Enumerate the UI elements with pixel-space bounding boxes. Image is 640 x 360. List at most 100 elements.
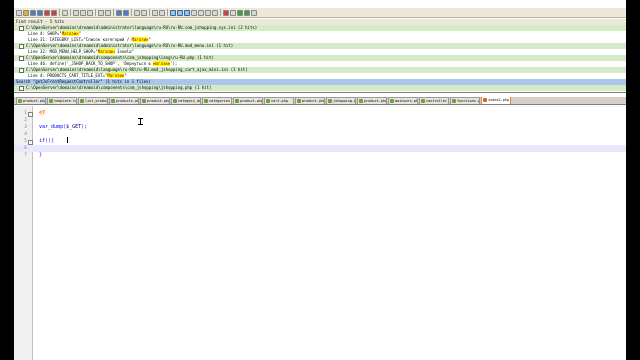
tab-functions-php[interactable]: functions.php: [450, 97, 480, 104]
tab-label: functions.php: [457, 99, 480, 103]
hit-text-tail: ": [78, 31, 81, 36]
search-header-text: Search "getJsFrontRequestController" (1 …: [16, 79, 151, 84]
close-icon[interactable]: [44, 9, 50, 16]
tab-label: controller.php: [426, 99, 448, 103]
collapse-toggle-icon[interactable]: [19, 43, 24, 49]
function-list-icon[interactable]: [205, 9, 211, 16]
code-line[interactable]: 2: [14, 117, 626, 124]
toolbar-separator: [113, 9, 114, 16]
saved-file-icon: [266, 99, 270, 103]
saved-file-icon: [235, 99, 239, 103]
saved-file-icon: [390, 99, 394, 103]
indent-guide-icon[interactable]: [184, 9, 190, 16]
tab-product-php[interactable]: product.php: [140, 97, 170, 104]
collapse-toggle-icon[interactable]: [19, 55, 24, 61]
tab-product-php[interactable]: product.php: [233, 97, 263, 104]
open-icon[interactable]: [23, 9, 29, 16]
result-file-row[interactable]: C:\OpenServer\domains\dreamoid\component…: [14, 85, 626, 91]
tab-product-php[interactable]: product.php: [16, 97, 46, 104]
tab-product-php[interactable]: product.php: [295, 97, 325, 104]
redo-icon[interactable]: [105, 9, 111, 16]
unsaved-file-icon: [483, 98, 487, 102]
toolbar-separator: [167, 9, 168, 16]
collapse-toggle-icon[interactable]: [19, 67, 24, 73]
code-line[interactable]: 5- if(){: [14, 138, 626, 145]
tab-index2-php[interactable]: index2.php: [481, 97, 511, 104]
saved-file-icon: [328, 99, 332, 103]
tab-jshopping-php[interactable]: jshopping.php: [326, 97, 356, 104]
play-icon[interactable]: [237, 9, 243, 16]
line-number: 3: [24, 125, 27, 130]
tab-category-default-php[interactable]: category_default.php: [171, 97, 201, 104]
tab-template-tmpl-php[interactable]: template.tmpl.php: [47, 97, 77, 104]
main-toolbar: [14, 8, 626, 18]
saved-file-icon: [142, 99, 146, 103]
print-icon[interactable]: [62, 9, 68, 16]
tab-label: product.php: [364, 99, 387, 103]
undo-icon[interactable]: [98, 9, 104, 16]
close-all-icon[interactable]: [51, 9, 57, 16]
hit-text: Line 46: define('_JSHOP_BACK_TO_SHOP', '…: [28, 61, 154, 66]
find-icon[interactable]: [116, 9, 122, 16]
text-caret: [67, 137, 68, 143]
tab-mainvars-php[interactable]: mainvars.php: [388, 97, 418, 104]
collapse-toggle-icon[interactable]: [19, 85, 24, 91]
zoom-in-icon[interactable]: [134, 9, 140, 16]
collapse-toggle-icon[interactable]: [19, 25, 24, 31]
hit-text-tail: ": [148, 37, 151, 42]
doc-map-icon[interactable]: [198, 9, 204, 16]
find-result-panel[interactable]: C:\OpenServer\domains\dreamoid\administr…: [14, 25, 626, 93]
copy-icon[interactable]: [80, 9, 86, 16]
code-line[interactable]: 4: [14, 131, 626, 138]
new-icon[interactable]: [16, 9, 22, 16]
toolbar-separator: [59, 9, 60, 16]
tab-cart-php[interactable]: cart.php: [264, 97, 294, 104]
mouse-ibeam-cursor: [138, 118, 143, 125]
saved-file-icon: [204, 99, 208, 103]
udl-icon[interactable]: [191, 9, 197, 16]
cut-icon[interactable]: [73, 9, 79, 16]
save-all-icon[interactable]: [37, 9, 43, 16]
stop-icon[interactable]: [230, 9, 236, 16]
tab-categories-php[interactable]: categories.php: [202, 97, 232, 104]
tab-label: product.php: [147, 99, 170, 103]
saved-file-icon: [49, 99, 53, 103]
record-icon[interactable]: [223, 9, 229, 16]
wrap-icon[interactable]: [170, 9, 176, 16]
saved-file-icon: [80, 99, 84, 103]
save-macro-icon[interactable]: [251, 9, 257, 16]
hit-match-highlight: Магазин: [97, 49, 115, 54]
code-text: if(){: [39, 138, 54, 145]
hit-text: Line 4: PRODUCTS_CART_TITLE_EXT=": [28, 73, 108, 78]
result-file-path: C:\OpenServer\domains\dreamoid\component…: [26, 55, 214, 60]
line-number: 1: [24, 111, 27, 116]
tab-product-php[interactable]: product.php: [357, 97, 387, 104]
code-editor[interactable]: 1- <? 2 3 var_dump($_GET); 4 5- if(){6 7}: [14, 106, 626, 360]
saved-file-icon: [297, 99, 301, 103]
code-text: }: [39, 152, 42, 159]
zoom-out-icon[interactable]: [141, 9, 147, 16]
code-line[interactable]: 3 var_dump($_GET);: [14, 124, 626, 131]
sync-v-icon[interactable]: [152, 9, 158, 16]
tab-list-products-php[interactable]: list_products.php: [78, 97, 108, 104]
code-token: }: [39, 152, 43, 158]
code-line[interactable]: 7}: [14, 152, 626, 159]
tab-products-php[interactable]: products.php: [109, 97, 139, 104]
tab-label: cart.php: [271, 99, 288, 103]
sync-h-icon[interactable]: [159, 9, 165, 16]
monitor-icon[interactable]: [212, 9, 218, 16]
code-line[interactable]: 1- <?: [14, 110, 626, 117]
all-chars-icon[interactable]: [177, 9, 183, 16]
tab-controller-php[interactable]: controller.php: [419, 97, 449, 104]
saved-file-icon: [452, 99, 456, 103]
tab-label: template.tmpl.php: [54, 99, 76, 103]
save-icon[interactable]: [30, 9, 36, 16]
toolbar-separator: [131, 9, 132, 16]
tab-label: jshopping.php: [333, 99, 356, 103]
code-line[interactable]: 6: [14, 145, 626, 152]
tab-label: product.php: [23, 99, 46, 103]
play-multi-icon[interactable]: [244, 9, 250, 16]
tab-label: product.php: [240, 99, 263, 103]
paste-icon[interactable]: [87, 9, 93, 16]
replace-icon[interactable]: [123, 9, 129, 16]
